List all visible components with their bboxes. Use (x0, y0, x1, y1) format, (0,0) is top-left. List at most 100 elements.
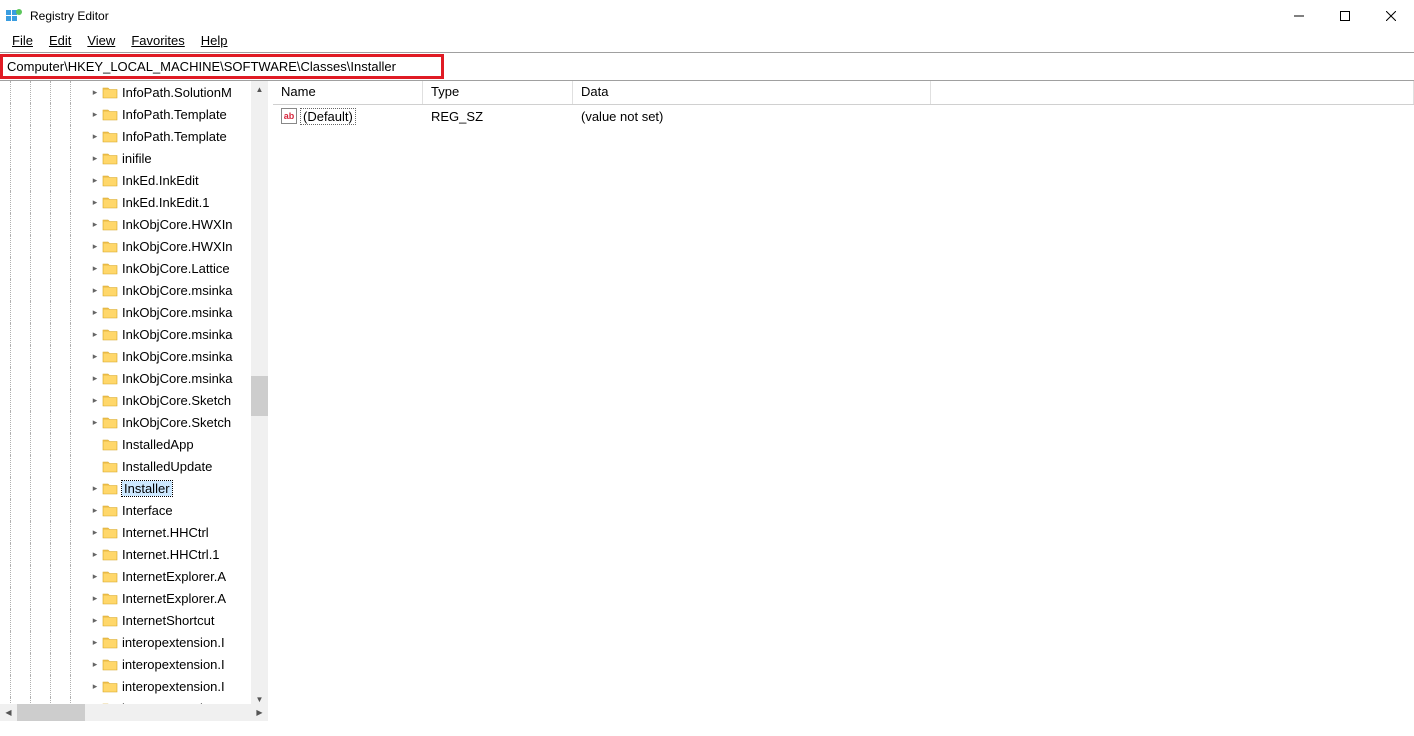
menu-help[interactable]: Help (193, 32, 236, 52)
menu-view[interactable]: View (79, 32, 123, 52)
tree-item[interactable]: ▸InternetShortcut (0, 609, 268, 631)
tree-item[interactable]: ▸InkObjCore.msinka (0, 279, 268, 301)
folder-icon (102, 371, 118, 385)
tree-item[interactable]: ▸InfoPath.SolutionM (0, 81, 268, 103)
scroll-right-icon[interactable]: ▶ (251, 704, 268, 721)
folder-icon (102, 437, 118, 451)
tree-item[interactable]: ▸ InkObjCore.msinka (0, 345, 268, 367)
tree-item[interactable]: ▸InkObjCore.msinka (0, 323, 268, 345)
tree-item[interactable]: ▸inifile (0, 147, 268, 169)
expand-icon[interactable]: ▸ (88, 527, 102, 538)
folder-icon (102, 459, 118, 473)
tree-item[interactable]: InstalledApp (0, 433, 268, 455)
expand-icon[interactable]: ▸ (88, 351, 102, 362)
tree-item[interactable]: ▸Installer (0, 477, 268, 499)
expand-icon[interactable]: ▸ (88, 637, 102, 648)
expand-icon[interactable]: ▸ (88, 417, 102, 428)
expand-icon[interactable]: ▸ (88, 505, 102, 516)
value-row[interactable]: ab (Default) REG_SZ (value not set) (273, 105, 1414, 127)
value-name-cell[interactable]: ab (Default) (273, 108, 423, 124)
tree-item[interactable]: InstalledUpdate (0, 455, 268, 477)
tree-item[interactable]: ▸ interopextension.I (0, 675, 268, 697)
expand-icon[interactable]: ▸ (88, 219, 102, 230)
tree-item-label: InkEd.InkEdit (122, 173, 199, 188)
tree-item-label: InternetExplorer.A (122, 591, 226, 606)
tree-item-label: interopextension.I (122, 679, 225, 694)
menu-edit[interactable]: Edit (41, 32, 79, 52)
tree-item[interactable]: ▸interopextension.I (0, 653, 268, 675)
address-input[interactable] (7, 59, 437, 74)
tree-item[interactable]: ▸Internet.HHCtrl.1 (0, 543, 268, 565)
maximize-button[interactable] (1322, 0, 1368, 32)
scroll-up-icon[interactable]: ▲ (251, 81, 268, 98)
expand-icon[interactable]: ▸ (88, 307, 102, 318)
expand-icon[interactable]: ▸ (88, 175, 102, 186)
folder-icon (102, 591, 118, 605)
tree-item[interactable]: ▸ InkObjCore.HWXIn (0, 235, 268, 257)
expand-icon[interactable]: ▸ (88, 593, 102, 604)
tree-item[interactable]: ▸InkObjCore.Sketch (0, 389, 268, 411)
vscroll-track[interactable] (251, 98, 268, 691)
folder-icon (102, 327, 118, 341)
vscroll-thumb[interactable] (251, 376, 268, 416)
folder-icon (102, 613, 118, 627)
tree-vertical-scrollbar[interactable]: ▲ ▼ (251, 81, 268, 708)
expand-icon[interactable]: ▸ (88, 615, 102, 626)
expand-icon[interactable]: ▸ (88, 549, 102, 560)
tree-item[interactable]: ▸InfoPath.Template (0, 125, 268, 147)
expand-icon[interactable]: ▸ (88, 681, 102, 692)
folder-icon (102, 525, 118, 539)
column-data[interactable]: Data (573, 81, 931, 104)
expand-icon[interactable]: ▸ (88, 263, 102, 274)
tree-view[interactable]: ▸InfoPath.SolutionM▸InfoPath.Template▸In… (0, 81, 268, 708)
tree-item[interactable]: ▸InkObjCore.Lattice (0, 257, 268, 279)
expand-icon[interactable]: ▸ (88, 395, 102, 406)
tree-item[interactable]: ▸ InfoPath.Template (0, 103, 268, 125)
hscroll-track[interactable] (17, 704, 251, 721)
tree-horizontal-scrollbar[interactable]: ◀ ▶ (0, 704, 268, 721)
tree-item-label: InkObjCore.HWXIn (122, 239, 233, 254)
column-type[interactable]: Type (423, 81, 573, 104)
menu-favorites[interactable]: Favorites (123, 32, 192, 52)
tree-item[interactable]: ▸InkObjCore.Sketch (0, 411, 268, 433)
tree-item[interactable]: ▸ InternetExplorer.A (0, 587, 268, 609)
expand-icon[interactable]: ▸ (88, 197, 102, 208)
values-pane: Name Type Data ab (Default) REG_SZ (valu… (273, 81, 1414, 721)
tree-item-label: InkObjCore.msinka (122, 349, 233, 364)
tree-item[interactable]: ▸InkObjCore.HWXIn (0, 213, 268, 235)
tree-item[interactable]: ▸InkEd.InkEdit.1 (0, 191, 268, 213)
main-area: ▸InfoPath.SolutionM▸InfoPath.Template▸In… (0, 81, 1414, 721)
expand-icon[interactable]: ▸ (88, 87, 102, 98)
menu-file[interactable]: File (4, 32, 41, 52)
tree-item[interactable]: ▸InkObjCore.msinka (0, 367, 268, 389)
tree-item[interactable]: ▸Internet.HHCtrl (0, 521, 268, 543)
expand-icon[interactable]: ▸ (88, 109, 102, 120)
folder-icon (102, 283, 118, 297)
tree-item[interactable]: ▸interopextension.I (0, 631, 268, 653)
column-name[interactable]: Name (273, 81, 423, 104)
expand-icon[interactable]: ▸ (88, 329, 102, 340)
expand-icon[interactable]: ▸ (88, 153, 102, 164)
hscroll-thumb[interactable] (17, 704, 85, 721)
tree-item-label: InfoPath.Template (122, 107, 227, 122)
scroll-left-icon[interactable]: ◀ (0, 704, 17, 721)
expand-icon[interactable]: ▸ (88, 659, 102, 670)
expand-icon[interactable]: ▸ (88, 373, 102, 384)
minimize-button[interactable] (1276, 0, 1322, 32)
folder-icon (102, 547, 118, 561)
tree-item[interactable]: ▸Interface (0, 499, 268, 521)
value-data-cell: (value not set) (573, 109, 931, 124)
expand-icon[interactable]: ▸ (88, 571, 102, 582)
expand-icon[interactable]: ▸ (88, 131, 102, 142)
values-list[interactable]: ab (Default) REG_SZ (value not set) (273, 105, 1414, 721)
expand-icon[interactable]: ▸ (88, 285, 102, 296)
tree-item[interactable]: ▸ InkEd.InkEdit (0, 169, 268, 191)
tree-item[interactable]: ▸InkObjCore.msinka (0, 301, 268, 323)
expand-icon[interactable]: ▸ (88, 483, 102, 494)
folder-icon (102, 349, 118, 363)
tree-item[interactable]: ▸ InternetExplorer.A (0, 565, 268, 587)
folder-icon (102, 85, 118, 99)
close-button[interactable] (1368, 0, 1414, 32)
tree-item-label: InternetExplorer.A (122, 569, 226, 584)
expand-icon[interactable]: ▸ (88, 241, 102, 252)
